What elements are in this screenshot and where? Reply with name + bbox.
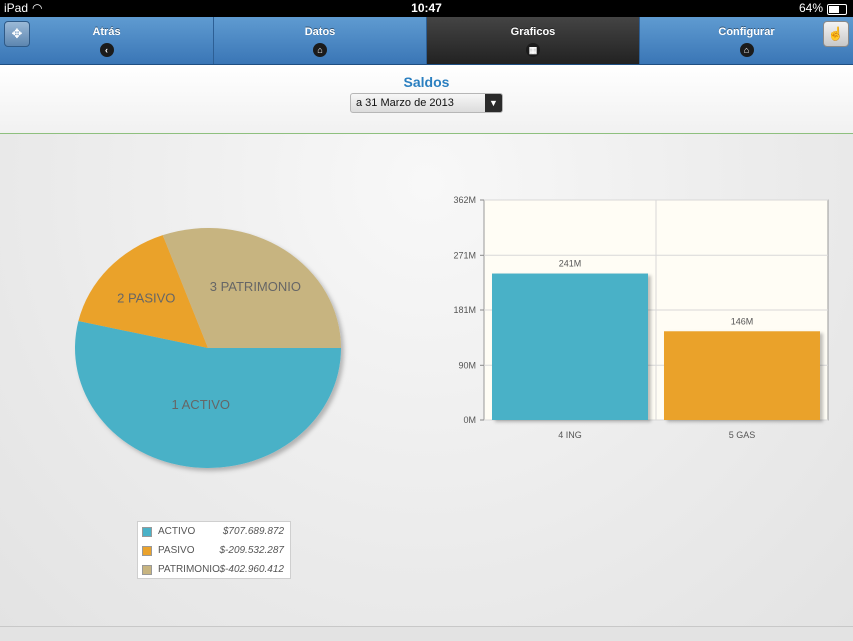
- legend-name: PASIVO: [158, 545, 195, 556]
- home-icon: ⌂: [313, 43, 327, 57]
- legend-name: ACTIVO: [158, 526, 196, 537]
- y-tick-label: 362M: [453, 195, 476, 205]
- clock: 10:47: [411, 1, 442, 15]
- page-header: Saldos a 31 Marzo de 2013 ▼: [0, 65, 853, 134]
- legend-value: $-209.532.287: [219, 545, 284, 556]
- tab-datos[interactable]: Datos ⌂: [214, 17, 427, 64]
- legend-swatch: [142, 565, 152, 575]
- bottom-bar: [0, 626, 853, 641]
- tab-configurar-label: Configurar: [718, 26, 775, 38]
- y-tick-label: 90M: [458, 360, 476, 370]
- legend-swatch: [142, 527, 152, 537]
- legend-name: PATRIMONIO: [158, 564, 220, 575]
- bar-value-label: 241M: [559, 259, 582, 269]
- bar-4-ing[interactable]: [492, 273, 648, 420]
- date-select-value: a 31 Marzo de 2013: [356, 97, 454, 109]
- date-select[interactable]: a 31 Marzo de 2013 ▼: [350, 93, 503, 113]
- back-icon: ‹: [99, 43, 114, 57]
- legend-swatch: [142, 546, 152, 556]
- legend-item-patrimonio: PATRIMONIO $-402.960.412: [142, 563, 288, 577]
- bar-value-label: 146M: [731, 316, 754, 326]
- home-icon: ⌂: [739, 43, 754, 57]
- tab-configurar[interactable]: Configurar ⌂: [640, 17, 853, 64]
- legend-value: $707.689.872: [222, 526, 284, 537]
- tab-graficos[interactable]: Graficos ▦: [427, 17, 640, 64]
- legend-item-pasivo: PASIVO $-209.532.287: [142, 544, 288, 558]
- dropdown-arrow-icon: ▼: [485, 94, 502, 112]
- x-tick-label: 5 GAS: [729, 430, 756, 440]
- pie-chart: 1 ACTIVO 2 PASIVO 3 PATRIMONIO: [75, 228, 342, 468]
- battery-icon: [827, 4, 847, 15]
- pie-legend: ACTIVO $707.689.872 PASIVO $-209.532.287…: [137, 521, 291, 579]
- pie-label-pasivo: 2 PASIVO: [117, 291, 175, 306]
- bar-chart: 0M 90M 181M 271M 362M 241M 4 ING 146M 5 GAS: [453, 195, 829, 440]
- pie-label-patrimonio: 3 PATRIMONIO: [210, 279, 301, 294]
- x-tick-label: 4 ING: [558, 430, 582, 440]
- bar-5-gas[interactable]: [664, 331, 820, 420]
- y-tick-label: 271M: [453, 250, 476, 260]
- page-title: Saldos: [403, 74, 450, 90]
- tab-atras[interactable]: Atrás ‹: [0, 17, 214, 64]
- y-tick-label: 181M: [453, 305, 476, 315]
- tab-atras-label: Atrás: [92, 26, 121, 38]
- legend-item-activo: ACTIVO $707.689.872: [142, 525, 288, 539]
- y-tick-label: 0M: [463, 415, 476, 425]
- battery-percent: 64%: [798, 1, 823, 15]
- tab-graficos-label: Graficos: [510, 26, 556, 38]
- tab-datos-label: Datos: [304, 26, 336, 38]
- pie-label-activo: 1 ACTIVO: [172, 397, 231, 412]
- grid-icon: ▦: [526, 43, 540, 57]
- legend-value: $-402.960.412: [219, 564, 284, 575]
- nav-bar: ✥ Atrás ‹ Datos ⌂ Graficos ▦ Configurar …: [0, 17, 853, 65]
- touch-icon[interactable]: ☝: [823, 21, 849, 47]
- status-bar: iPad ◠ 10:47 64%: [0, 0, 853, 17]
